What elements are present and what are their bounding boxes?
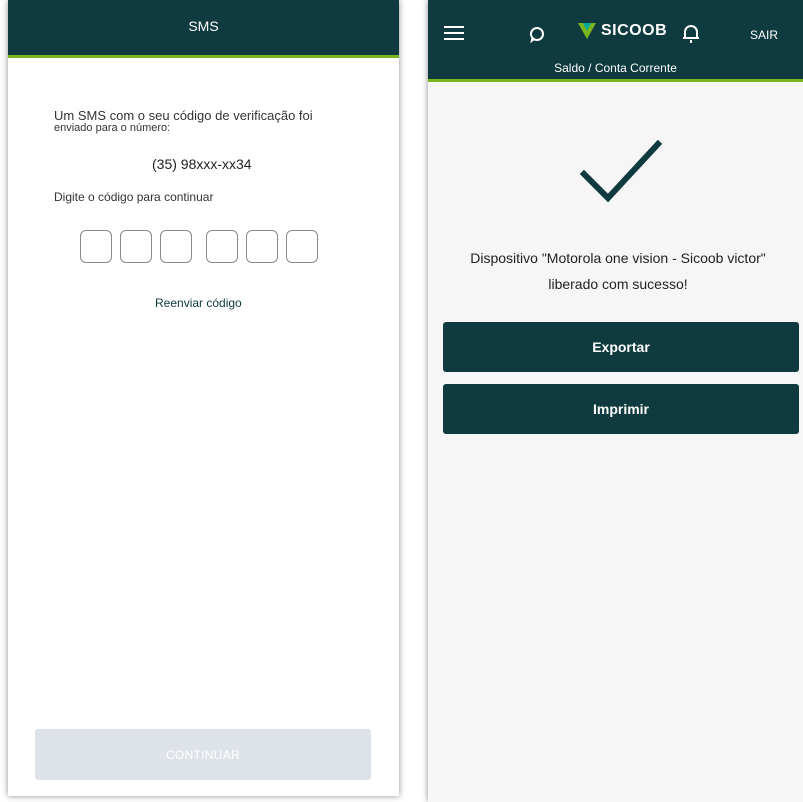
- code-digit-input-6[interactable]: [286, 230, 318, 263]
- resend-code-link[interactable]: Reenviar código: [155, 296, 242, 310]
- continue-button[interactable]: CONTINUAR: [35, 729, 371, 780]
- verification-code-inputs: [80, 230, 326, 263]
- top-app-bar: SICOOB SAIR: [428, 0, 803, 58]
- sms-message: Um SMS com o seu código de verificação f…: [54, 108, 354, 134]
- bell-icon[interactable]: [682, 24, 700, 44]
- code-digit-input-4[interactable]: [206, 230, 238, 263]
- page-subtitle: Saldo / Conta Corrente: [554, 61, 677, 75]
- sicoob-logo-icon: [578, 23, 596, 39]
- masked-phone-number: (35) 98xxx-xx34: [152, 156, 252, 172]
- sms-header-title: SMS: [188, 18, 219, 34]
- print-button[interactable]: Imprimir: [443, 384, 799, 434]
- logo-text: SICOOB: [601, 22, 668, 39]
- check-icon: [579, 140, 662, 203]
- chat-icon[interactable]: [528, 26, 546, 44]
- code-digit-input-3[interactable]: [160, 230, 192, 263]
- export-button[interactable]: Exportar: [443, 322, 799, 372]
- logout-button[interactable]: SAIR: [750, 28, 778, 42]
- code-digit-input-5[interactable]: [246, 230, 278, 263]
- sms-header: SMS: [8, 0, 399, 58]
- menu-icon[interactable]: [444, 26, 464, 44]
- sms-body: Um SMS com o seu código de verificação f…: [54, 108, 354, 310]
- sms-message-line2: enviado para o número:: [54, 122, 171, 134]
- sicoob-logo: SICOOB: [578, 22, 667, 40]
- code-prompt: Digite o código para continuar: [54, 190, 214, 204]
- code-digit-input-1[interactable]: [80, 230, 112, 263]
- success-message: Dispositivo "Motorola one vision - Sicoo…: [470, 250, 766, 292]
- page-subtitle-bar: Saldo / Conta Corrente: [428, 56, 803, 82]
- device-released-screen: SICOOB SAIR Saldo / Conta Corrente Dispo…: [428, 0, 803, 802]
- code-digit-input-2[interactable]: [120, 230, 152, 263]
- sms-message-line1: Um SMS com o seu código de verificação f…: [54, 108, 313, 123]
- sms-verification-screen: SMS Um SMS com o seu código de verificaç…: [8, 0, 399, 796]
